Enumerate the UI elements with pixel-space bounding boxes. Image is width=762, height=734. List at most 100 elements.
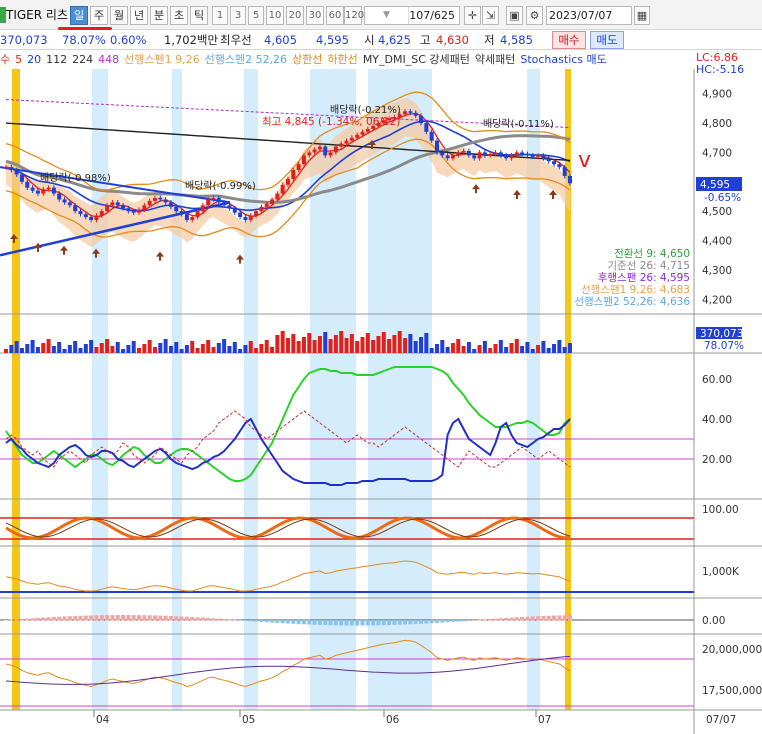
macd-histogram-bar — [121, 615, 126, 621]
quote-high-label: 고 — [420, 33, 431, 47]
candle-body — [509, 155, 514, 159]
volume-bar — [211, 347, 216, 353]
candle-body — [493, 152, 498, 154]
crosshair-icon[interactable]: ✛ — [464, 6, 481, 25]
date-field[interactable]: 2023/07/07 — [546, 6, 632, 25]
macd-histogram-bar — [163, 615, 168, 621]
quote-change-rate: 0.60% — [110, 33, 147, 47]
zoom-icon[interactable]: ⇲ — [482, 6, 499, 25]
volume-bar — [419, 337, 424, 353]
volume-bar — [168, 346, 173, 353]
volume-bar — [232, 342, 237, 353]
dividend-label-3: 배당락(-0.21%) — [330, 104, 401, 116]
interval-30-button[interactable]: 30 — [306, 6, 324, 25]
macd-histogram-bar — [51, 617, 56, 621]
chevron-down-icon[interactable]: ▼ — [365, 7, 409, 24]
gear-icon[interactable]: ⚙ — [526, 6, 543, 25]
macd-histogram-bar — [482, 619, 487, 621]
period-day-button[interactable]: 일 — [70, 6, 88, 25]
interval-10-button[interactable]: 10 — [266, 6, 284, 25]
macd-histogram-bar — [381, 620, 386, 626]
interval-60-button[interactable]: 60 — [326, 6, 344, 25]
candle-body — [434, 140, 439, 153]
macd-histogram-bar — [424, 620, 429, 624]
legend-item-10[interactable]: MY_DMI_SC 강세패턴 — [363, 53, 470, 66]
macd-histogram-bar — [466, 620, 471, 621]
ticker-name[interactable]: TIGER 리츠 — [6, 6, 68, 24]
candle-body — [520, 152, 525, 154]
sell-button[interactable]: 매도 — [590, 31, 624, 49]
legend-item-9[interactable]: 하한선 — [327, 53, 357, 66]
legend-item-3[interactable]: 112 — [46, 53, 67, 66]
period-tick-button[interactable]: 틱 — [190, 6, 208, 25]
candle-body — [349, 137, 354, 141]
volume-bar — [466, 342, 471, 353]
quote-best-ask: 4,605 — [264, 33, 297, 47]
volume-bar — [365, 333, 370, 353]
macd-histogram-bar — [83, 615, 88, 621]
indicator-legend: 수 5 20 112 224 448 선행스펜1 9,26 선행스펜2 52,26 상한선 하한선… — [0, 51, 694, 69]
candle-body — [317, 146, 322, 150]
candle-body — [403, 111, 408, 115]
volume-bar — [424, 333, 429, 353]
macd-histogram-bar — [35, 617, 40, 621]
legend-item-4[interactable]: 224 — [72, 53, 93, 66]
period-year-button[interactable]: 년 — [130, 6, 148, 25]
volume-bar — [184, 345, 189, 353]
period-week-button[interactable]: 주 — [90, 6, 108, 25]
volume-value-label: 370,073 — [700, 328, 743, 340]
volume-bar — [137, 348, 142, 353]
volume-bar — [472, 349, 477, 353]
candle-body — [270, 199, 275, 204]
macd-histogram-bar — [174, 616, 179, 621]
interval-120-button[interactable]: 120 — [344, 6, 364, 25]
stock-chart[interactable]: 배당락(-0.98%) 배당락(-0.99%) 배당락(-0.21%) 배당락(-0.… — [0, 69, 762, 734]
legend-item-7[interactable]: 선행스펜2 52,26 — [205, 53, 287, 66]
legend-item-6[interactable]: 선행스펜1 9,26 — [124, 53, 199, 66]
dividend-label-2: 배당락(-0.99%) — [185, 180, 256, 192]
interval-20-button[interactable]: 20 — [286, 6, 304, 25]
volume-bar — [328, 339, 333, 353]
macd-histogram-bar — [142, 615, 147, 621]
legend-item-2[interactable]: 20 — [27, 53, 41, 66]
buy-button[interactable]: 매수 — [552, 31, 586, 49]
legend-item-12[interactable]: Stochastics 매도 — [520, 53, 606, 66]
volume-bar — [200, 344, 205, 353]
volume-bar — [397, 331, 402, 353]
volume-bar — [408, 334, 413, 353]
macd-histogram-bar — [25, 618, 30, 621]
interval-1-button[interactable]: 1 — [212, 6, 228, 25]
legend-item-5[interactable]: 448 — [98, 53, 119, 66]
bar-count-field[interactable]: ▼ 107/625 — [364, 6, 460, 25]
macd-histogram-bar — [419, 620, 424, 624]
macd-histogram-bar — [131, 615, 136, 621]
legend-item-1[interactable]: 5 — [15, 53, 22, 66]
legend-item-8[interactable]: 상한선 — [292, 53, 322, 66]
macd-histogram-bar — [477, 619, 482, 621]
volume-bar — [62, 349, 67, 353]
macd-histogram-bar — [41, 617, 46, 621]
price-tick: 4,200 — [702, 294, 732, 306]
legend-item-0[interactable]: 수 — [0, 53, 10, 66]
interval-3-button[interactable]: 3 — [230, 6, 246, 25]
volume-bar — [552, 344, 557, 353]
volume-bar — [403, 338, 408, 353]
volume-bar — [301, 337, 306, 353]
volume-bar — [461, 346, 466, 353]
volume-bar — [206, 340, 211, 353]
legend-item-11[interactable]: 약세패턴 — [475, 53, 515, 66]
candle-body — [264, 203, 269, 207]
save-icon[interactable]: ▣ — [506, 6, 523, 25]
volume-bar — [94, 347, 99, 353]
interval-5-button[interactable]: 5 — [248, 6, 264, 25]
volume-bar — [530, 349, 535, 353]
period-minute-button[interactable]: 분 — [150, 6, 168, 25]
pattern-arrow-5 — [236, 254, 244, 264]
candle-body — [488, 153, 493, 156]
macd-histogram-bar — [168, 615, 173, 621]
volume-bar — [445, 347, 450, 353]
calendar-icon[interactable]: ▦ — [634, 6, 650, 25]
volume-bar — [264, 340, 269, 353]
period-month-button[interactable]: 월 — [110, 6, 128, 25]
period-second-button[interactable]: 초 — [170, 6, 188, 25]
